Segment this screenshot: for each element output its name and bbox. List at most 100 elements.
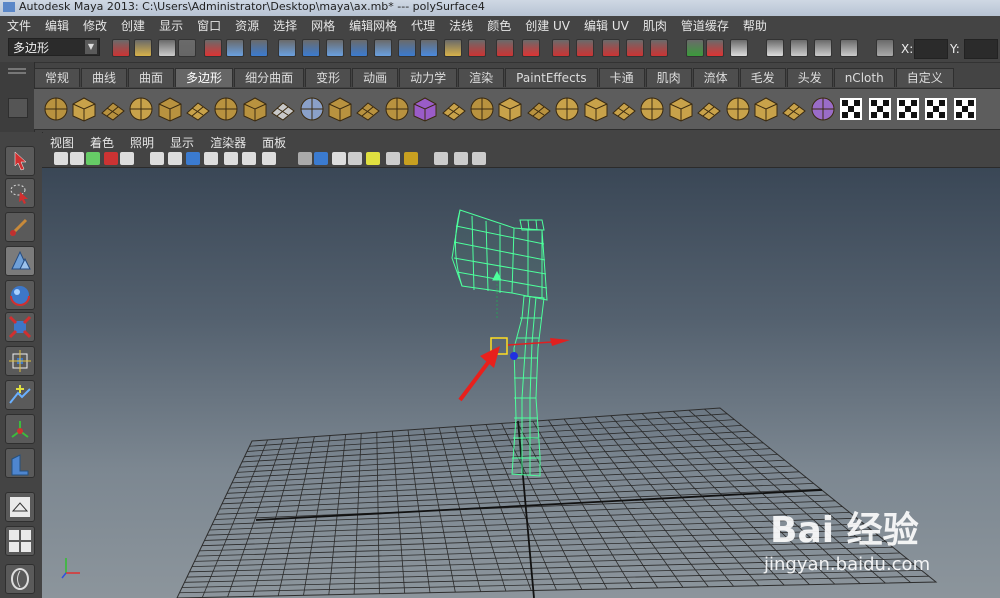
poly-insert-edge-loop-icon[interactable] xyxy=(724,95,752,123)
menu-item[interactable]: 肌肉 xyxy=(636,17,674,34)
xray-joints-icon[interactable] xyxy=(434,152,448,165)
shelf-tab[interactable]: 自定义 xyxy=(895,68,954,87)
hypershade-icon[interactable] xyxy=(626,39,644,57)
transform-icon[interactable] xyxy=(876,39,894,57)
select-by-hierarchy-icon[interactable] xyxy=(204,39,222,57)
menu-item[interactable]: 创建 UV xyxy=(518,17,577,34)
ipr-icon[interactable] xyxy=(790,39,808,57)
default-lighting-icon[interactable] xyxy=(314,152,328,165)
render-icon[interactable] xyxy=(552,39,570,57)
shelf-tab[interactable]: 肌肉 xyxy=(645,68,692,87)
shelf-tab[interactable]: 曲线 xyxy=(81,68,128,87)
shelf-menu-icon[interactable] xyxy=(8,98,28,118)
image-plane-icon[interactable] xyxy=(104,152,118,165)
x-axis-arrow-icon[interactable] xyxy=(550,338,570,346)
shelf-tab[interactable]: 变形 xyxy=(305,68,352,87)
gate-mask-icon[interactable] xyxy=(186,152,200,165)
field-chart-icon[interactable] xyxy=(204,152,218,165)
film-gate-icon[interactable] xyxy=(150,152,164,165)
single-perspective-layout-icon[interactable] xyxy=(5,492,35,522)
shelf-grip-icon[interactable] xyxy=(8,68,26,70)
backface-icon[interactable] xyxy=(454,152,468,165)
isolate-select-icon[interactable] xyxy=(404,152,418,165)
y-coordinate-field[interactable] xyxy=(964,39,998,59)
poly-pipe-icon[interactable] xyxy=(269,95,297,123)
poly-extrude-icon[interactable] xyxy=(610,95,638,123)
panel-menu-item[interactable]: 显示 xyxy=(162,134,202,151)
shadows-icon[interactable] xyxy=(366,152,380,165)
menu-item[interactable]: 颜色 xyxy=(480,17,518,34)
render-view-icon[interactable] xyxy=(766,39,784,57)
panel-menu-item[interactable]: 渲染器 xyxy=(202,134,254,151)
automatic-mapping-icon[interactable] xyxy=(922,95,950,123)
poly-bevel-icon[interactable] xyxy=(638,95,666,123)
open-scene-icon[interactable] xyxy=(134,39,152,57)
separator-icon[interactable] xyxy=(278,39,296,57)
render-settings-icon[interactable] xyxy=(602,39,620,57)
input-ops-icon[interactable] xyxy=(468,39,486,57)
poly-sphere-icon[interactable] xyxy=(42,95,70,123)
poly-combine-icon[interactable] xyxy=(383,95,411,123)
poly-plane-icon[interactable] xyxy=(156,95,184,123)
menu-item[interactable]: 代理 xyxy=(404,17,442,34)
snap-to-plane-icon[interactable] xyxy=(374,39,392,57)
all-lights-icon[interactable] xyxy=(348,152,362,165)
menu-item[interactable]: 显示 xyxy=(152,17,190,34)
poly-append-icon[interactable] xyxy=(553,95,581,123)
show-manipulator-tool-icon[interactable] xyxy=(5,414,35,444)
shelf-tab[interactable]: 动画 xyxy=(352,68,399,87)
shelf-tab[interactable]: 渲染 xyxy=(458,68,505,87)
menu-item[interactable]: 创建 xyxy=(114,17,152,34)
menu-item[interactable]: 编辑 xyxy=(38,17,76,34)
rotate-tool-icon[interactable] xyxy=(5,280,35,310)
safe-action-icon[interactable] xyxy=(224,152,238,165)
bookmarks-icon[interactable] xyxy=(86,152,100,165)
construction-history-icon[interactable] xyxy=(522,39,540,57)
poly-helix-icon[interactable] xyxy=(298,95,326,123)
poly-sculpt-icon[interactable] xyxy=(809,95,837,123)
menu-item[interactable]: 网格 xyxy=(304,17,342,34)
lasso-tool-icon[interactable] xyxy=(5,178,35,208)
uv-texture-editor-icon[interactable] xyxy=(951,95,979,123)
high-quality-icon[interactable] xyxy=(472,152,486,165)
save-scene-icon[interactable] xyxy=(158,39,176,57)
outliner-layout-icon[interactable] xyxy=(5,564,35,594)
poly-prism-icon[interactable] xyxy=(212,95,240,123)
shelf-tab[interactable]: 多边形 xyxy=(175,68,234,87)
move-tool-icon[interactable] xyxy=(5,246,35,276)
help-icon[interactable] xyxy=(420,39,438,57)
magnet-icon[interactable] xyxy=(650,39,668,57)
poly-soccer-ball-icon[interactable] xyxy=(326,95,354,123)
safe-title-icon[interactable] xyxy=(242,152,256,165)
camera-attributes-icon[interactable] xyxy=(70,152,84,165)
poly-pyramid-icon[interactable] xyxy=(241,95,269,123)
select-by-object-icon[interactable] xyxy=(226,39,244,57)
shelf-tab[interactable]: 曲面 xyxy=(128,68,175,87)
smooth-shade-icon[interactable] xyxy=(298,152,312,165)
shelf-tab[interactable]: 毛发 xyxy=(739,68,786,87)
menu-item[interactable]: 修改 xyxy=(76,17,114,34)
snap-to-point-icon[interactable] xyxy=(350,39,368,57)
poly-platonic-icon[interactable] xyxy=(354,95,382,123)
poly-reduce-icon[interactable] xyxy=(525,95,553,123)
x-coordinate-field[interactable] xyxy=(914,39,948,59)
planar-mapping-icon[interactable] xyxy=(837,95,865,123)
manipulator-tool-icon[interactable] xyxy=(5,346,35,376)
panel-menu-item[interactable]: 照明 xyxy=(122,134,162,151)
shelf-tab[interactable]: 细分曲面 xyxy=(234,68,305,87)
poly-mirror-icon[interactable] xyxy=(468,95,496,123)
panel-menu-item[interactable]: 视图 xyxy=(42,134,82,151)
textured-icon[interactable] xyxy=(332,152,346,165)
poly-cylinder-icon[interactable] xyxy=(99,95,127,123)
tool-settings-icon[interactable] xyxy=(706,39,724,57)
scale-tool-icon[interactable] xyxy=(5,312,35,342)
select-tool-icon[interactable] xyxy=(5,146,35,176)
menu-item[interactable]: 资源 xyxy=(228,17,266,34)
show-attribute-editor-icon[interactable] xyxy=(686,39,704,57)
menu-item[interactable]: 选择 xyxy=(266,17,304,34)
shelf-tab[interactable]: PaintEffects xyxy=(505,68,598,87)
z-axis-handle[interactable] xyxy=(510,352,518,360)
poly-offset-edge-icon[interactable] xyxy=(752,95,780,123)
poly-smooth-icon[interactable] xyxy=(440,95,468,123)
menu-item[interactable]: 法线 xyxy=(442,17,480,34)
